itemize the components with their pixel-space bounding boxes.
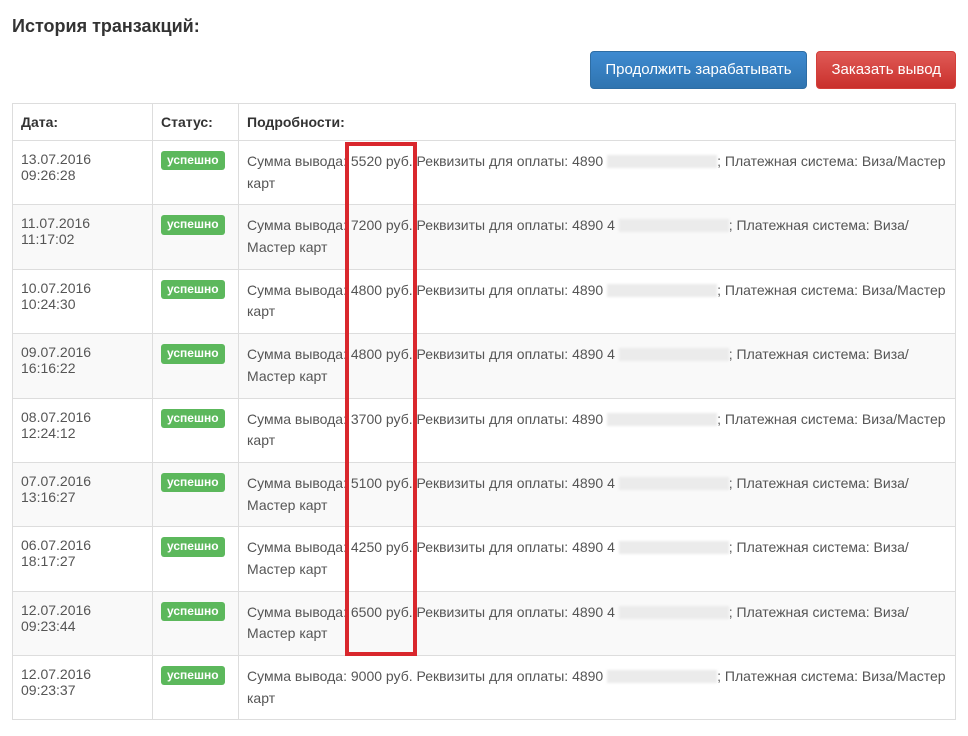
cell-status: успешно [153,141,239,205]
cell-details: Сумма вывода: 4800 руб. Реквизиты для оп… [239,269,956,333]
request-withdraw-button[interactable]: Заказать вывод [816,51,956,89]
redacted-card-number [619,477,729,490]
actions-bar: Продолжить зарабатывать Заказать вывод [12,51,956,89]
cell-status: успешно [153,398,239,462]
redacted-card-number [619,541,729,554]
cell-details: Сумма вывода: 5520 руб. Реквизиты для оп… [239,141,956,205]
status-badge: успешно [161,280,225,299]
cell-status: успешно [153,269,239,333]
page-title: История транзакций: [12,16,956,37]
redacted-card-number [607,155,717,168]
cell-details: Сумма вывода: 9000 руб. Реквизиты для оп… [239,656,956,720]
redacted-card-number [607,670,717,683]
table-row: 12.07.2016 09:23:44 успешно Сумма вывода: … [13,591,956,655]
redacted-card-number [607,413,717,426]
status-badge: успешно [161,215,225,234]
cell-date: 13.07.2016 09:26:28 [13,141,153,205]
table-header-row: Дата: Статус: Подробности: [13,104,956,141]
cell-status: успешно [153,334,239,398]
cell-date: 12.07.2016 09:23:44 [13,591,153,655]
cell-status: успешно [153,205,239,269]
cell-status: успешно [153,527,239,591]
status-badge: успешно [161,151,225,170]
cell-date: 07.07.2016 13:16:27 [13,462,153,526]
status-badge: успешно [161,473,225,492]
cell-date: 09.07.2016 16:16:22 [13,334,153,398]
redacted-card-number [619,348,729,361]
cell-details: Сумма вывода: 4800 руб. Реквизиты для оп… [239,334,956,398]
table-row: 12.07.2016 09:23:37 успешно Сумма вывода: … [13,656,956,720]
redacted-card-number [619,219,729,232]
col-status: Статус: [153,104,239,141]
table-row: 07.07.2016 13:16:27 успешно Сумма вывода: … [13,462,956,526]
status-badge: успешно [161,537,225,556]
status-badge: успешно [161,602,225,621]
continue-earning-button[interactable]: Продолжить зарабатывать [590,51,806,89]
cell-date: 06.07.2016 18:17:27 [13,527,153,591]
status-badge: успешно [161,344,225,363]
cell-date: 12.07.2016 09:23:37 [13,656,153,720]
cell-details: Сумма вывода: 5100 руб. Реквизиты для оп… [239,462,956,526]
table-row: 11.07.2016 11:17:02 успешно Сумма вывода: … [13,205,956,269]
cell-date: 10.07.2016 10:24:30 [13,269,153,333]
status-badge: успешно [161,666,225,685]
transactions-table: Дата: Статус: Подробности: 13.07.2016 09… [12,103,956,720]
redacted-card-number [607,284,717,297]
table-row: 13.07.2016 09:26:28 успешно Сумма вывода: … [13,141,956,205]
cell-date: 11.07.2016 11:17:02 [13,205,153,269]
cell-details: Сумма вывода: 6500 руб. Реквизиты для оп… [239,591,956,655]
col-details: Подробности: [239,104,956,141]
table-row: 09.07.2016 16:16:22 успешно Сумма вывода: … [13,334,956,398]
cell-status: успешно [153,462,239,526]
table-row: 06.07.2016 18:17:27 успешно Сумма вывода: … [13,527,956,591]
cell-status: успешно [153,656,239,720]
table-row: 08.07.2016 12:24:12 успешно Сумма вывода: … [13,398,956,462]
cell-details: Сумма вывода: 3700 руб. Реквизиты для оп… [239,398,956,462]
redacted-card-number [619,606,729,619]
cell-details: Сумма вывода: 7200 руб. Реквизиты для оп… [239,205,956,269]
table-row: 10.07.2016 10:24:30 успешно Сумма вывода: … [13,269,956,333]
transactions-table-wrap: Дата: Статус: Подробности: 13.07.2016 09… [12,103,956,720]
status-badge: успешно [161,409,225,428]
col-date: Дата: [13,104,153,141]
cell-details: Сумма вывода: 4250 руб. Реквизиты для оп… [239,527,956,591]
cell-date: 08.07.2016 12:24:12 [13,398,153,462]
cell-status: успешно [153,591,239,655]
